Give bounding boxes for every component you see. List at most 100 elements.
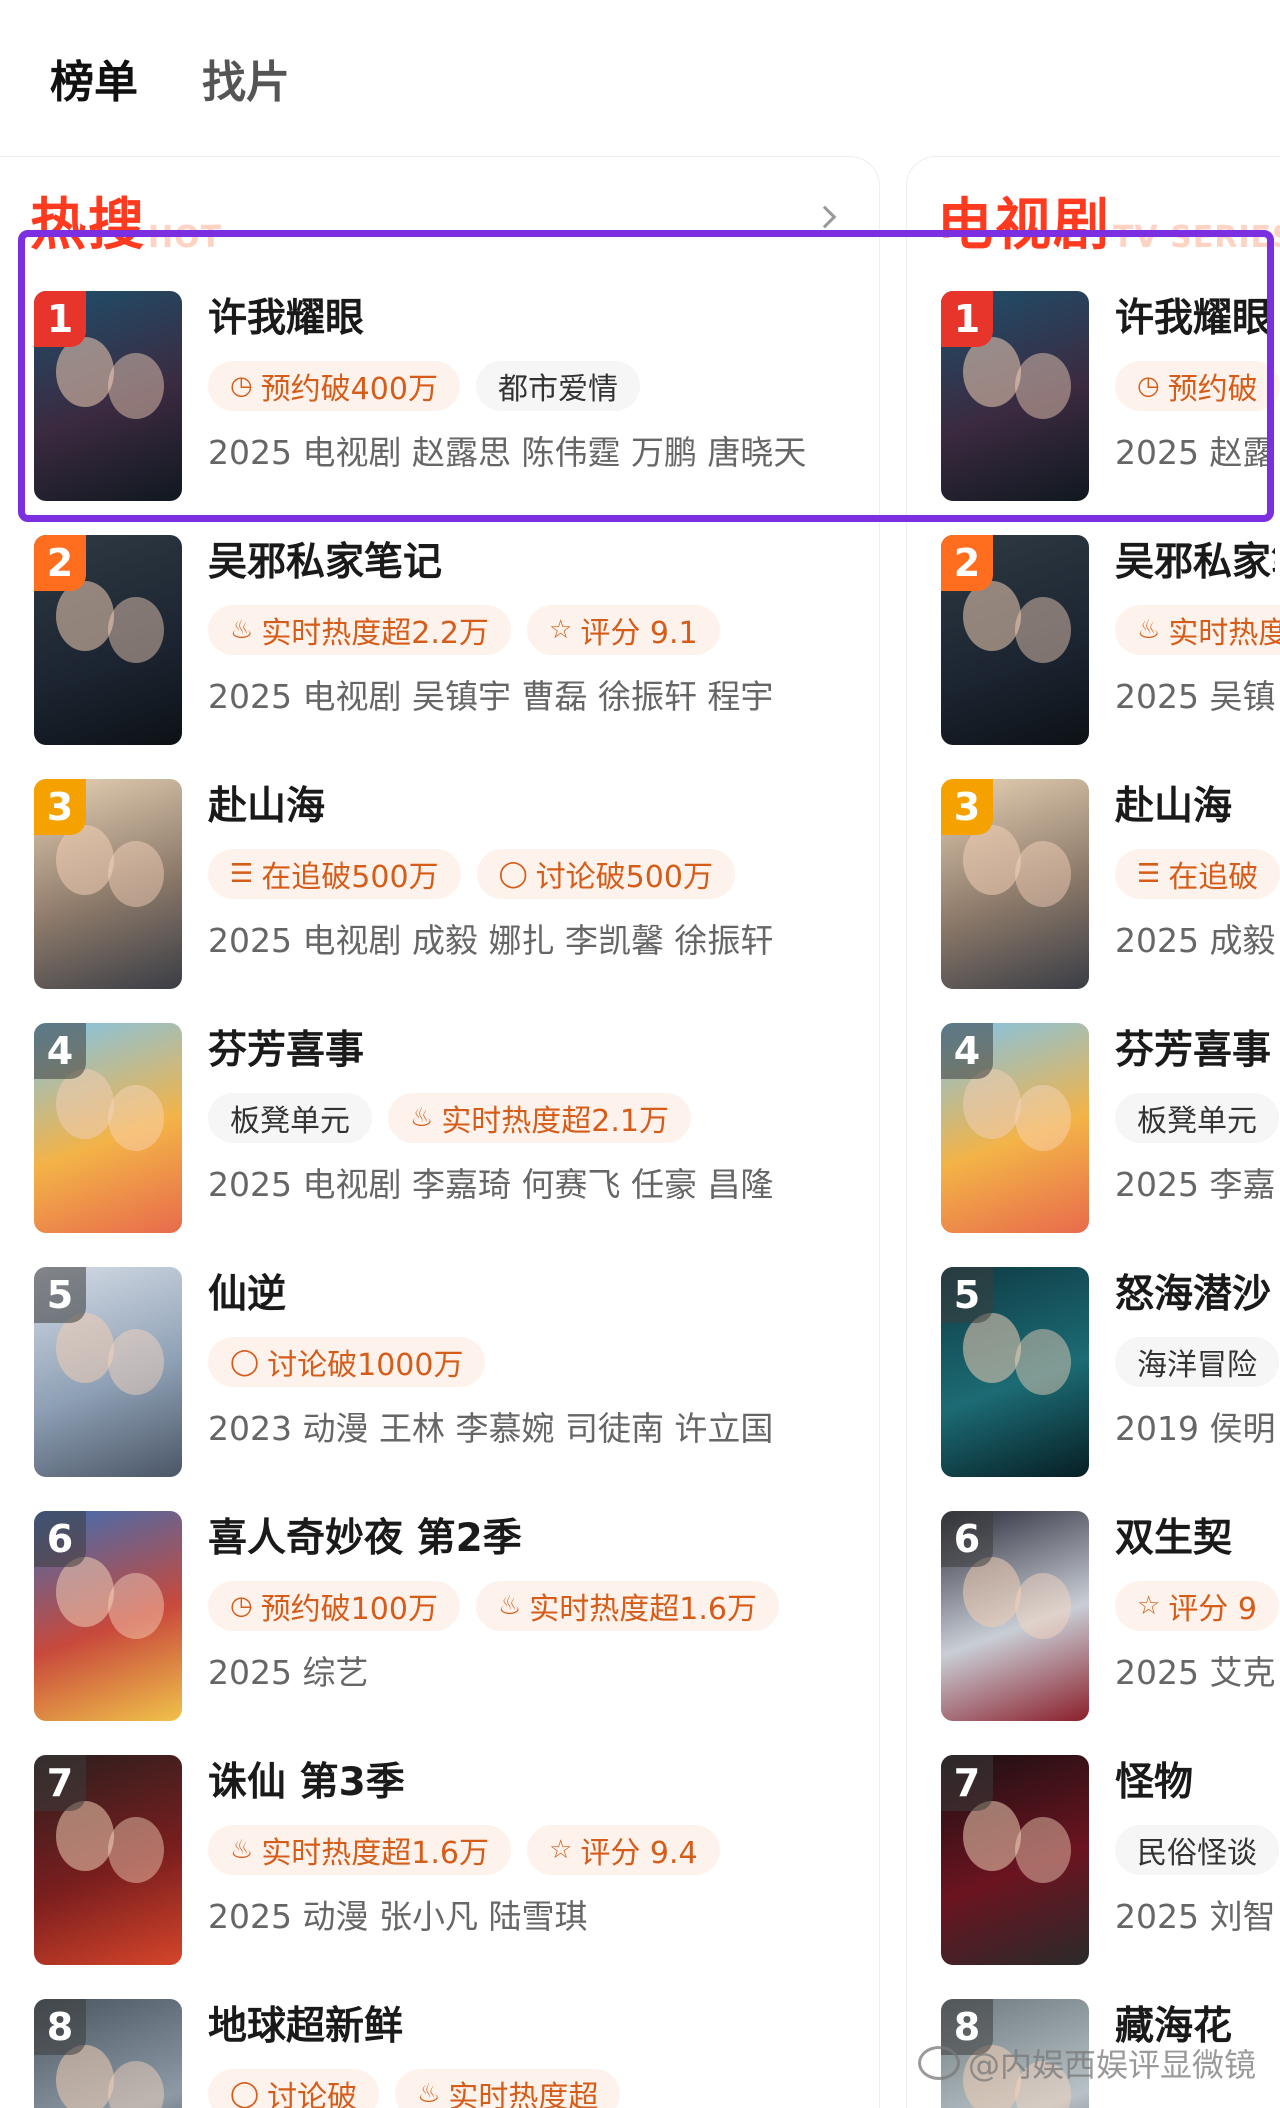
list-item[interactable]: 6 双生契 ☆评分 9 2025 艾克里里 bbox=[907, 1511, 1280, 1721]
item-meta: 2025 艾克里里 bbox=[1115, 1653, 1275, 1692]
list-item[interactable]: 2 吴邪私家笔记 ♨ 实时热度超2.2万 ☆ 评分 9.1 2025 电视剧 吴镇宇 曹磊 … bbox=[0, 535, 879, 745]
poster-figure bbox=[108, 1085, 164, 1151]
poster-image[interactable]: 5 bbox=[34, 1267, 182, 1477]
item-info: 地球超新鲜 ◯ 讨论破 ♨ 实时热度超 bbox=[208, 1999, 879, 2108]
watermark-text: @内娱西娱评显微镜 bbox=[968, 2046, 1257, 2084]
tag-badge: 板凳单元 bbox=[208, 1093, 372, 1143]
list-item[interactable]: 8 地球超新鲜 ◯ 讨论破 ♨ 实时热度超 bbox=[0, 1999, 879, 2108]
poster-image[interactable]: 3 bbox=[34, 779, 182, 989]
poster-figure bbox=[108, 1329, 164, 1395]
poster-figure bbox=[56, 1069, 114, 1139]
item-info: 双生契 ☆评分 9 2025 艾克里里 bbox=[1115, 1511, 1280, 1697]
tag-badge: ☆ 评分 9.4 bbox=[527, 1825, 720, 1875]
poster-image[interactable]: 8 bbox=[34, 1999, 182, 2108]
tab-find-shows[interactable]: 找片 bbox=[202, 46, 290, 110]
list-item[interactable]: 7 怪物民俗怪谈 2025 刘智扬 bbox=[907, 1755, 1280, 1965]
poster-image[interactable]: 4 bbox=[941, 1023, 1089, 1233]
poster-image[interactable]: 7 bbox=[941, 1755, 1089, 1965]
poster-image[interactable]: 2 bbox=[941, 535, 1089, 745]
tag-badge: ◯ 讨论破500万 bbox=[476, 849, 735, 899]
list-item[interactable]: 7 诛仙 第3季 ♨ 实时热度超1.6万 ☆ 评分 9.4 2025 动漫 张小凡 陆雪琪 bbox=[0, 1755, 879, 1965]
poster-figure bbox=[56, 1557, 114, 1627]
item-title[interactable]: 仙逆 bbox=[208, 1267, 879, 1323]
poster-image[interactable]: 7 bbox=[34, 1755, 182, 1965]
tag-label: 评分 9.1 bbox=[580, 616, 698, 651]
tag-label: 实时热度超 bbox=[448, 2080, 599, 2108]
poster-image[interactable]: 5 bbox=[941, 1267, 1089, 1477]
item-info: 芬芳喜事板凳单元 2025 李嘉琦 bbox=[1115, 1023, 1280, 1209]
list-item[interactable]: 2 吴邪私家笔记 ♨实时热度 2025 吴镇宇 bbox=[907, 535, 1280, 745]
list-item[interactable]: 5 怒海潜沙海洋冒险 2019 侯明昊 bbox=[907, 1267, 1280, 1477]
list-item[interactable]: 4 芬芳喜事板凳单元 2025 李嘉琦 bbox=[907, 1023, 1280, 1233]
item-title[interactable]: 地球超新鲜 bbox=[208, 1999, 879, 2055]
list-item[interactable]: 6 喜人奇妙夜 第2季 ◷ 预约破100万 ♨ 实时热度超1.6万 2025 综艺 bbox=[0, 1511, 879, 1721]
item-title[interactable]: 芬芳喜事 bbox=[1115, 1023, 1275, 1079]
item-info: 芬芳喜事板凳单元 ♨ 实时热度超2.1万 2025 电视剧 李嘉琦 何赛飞 任豪 昌隆 bbox=[208, 1023, 879, 1209]
item-title[interactable]: 双生契 bbox=[1115, 1511, 1275, 1567]
rank-badge: 2 bbox=[941, 535, 993, 591]
item-title[interactable]: 诛仙 第3季 bbox=[208, 1755, 879, 1811]
list-item[interactable]: 5 仙逆 ◯ 讨论破1000万 2023 动漫 王林 李慕婉 司徒南 许立国 bbox=[0, 1267, 879, 1477]
tag-row: ◯ 讨论破 ♨ 实时热度超 bbox=[208, 2069, 879, 2108]
tag-badge: ♨ 实时热度超2.2万 bbox=[208, 605, 512, 655]
list-item[interactable]: 4 芬芳喜事板凳单元 ♨ 实时热度超2.1万 2025 电视剧 李嘉琦 何赛飞 任豪 昌… bbox=[0, 1023, 879, 1233]
rank-badge: 3 bbox=[34, 779, 86, 835]
item-title[interactable]: 芬芳喜事 bbox=[208, 1023, 879, 1079]
tag-row: ☰ 在追破500万 ◯ 讨论破500万 bbox=[208, 849, 879, 899]
poster-figure bbox=[108, 597, 164, 663]
poster-image[interactable]: 3 bbox=[941, 779, 1089, 989]
item-meta: 2025 电视剧 李嘉琦 何赛飞 任豪 昌隆 bbox=[208, 1165, 774, 1204]
tag-row: 板凳单元 ♨ 实时热度超2.1万 bbox=[208, 1093, 879, 1143]
star-icon: ☆ bbox=[549, 615, 573, 645]
tag-label: 实时热度超2.1万 bbox=[441, 1104, 670, 1139]
tag-badge: ♨ 实时热度超2.1万 bbox=[388, 1093, 692, 1143]
tag-badge: ◯ 讨论破1000万 bbox=[208, 1337, 486, 1387]
item-info: 诛仙 第3季 ♨ 实时热度超1.6万 ☆ 评分 9.4 2025 动漫 张小凡 陆雪琪 bbox=[208, 1755, 879, 1941]
rank-badge: 6 bbox=[34, 1511, 86, 1567]
item-title[interactable]: 喜人奇妙夜 第2季 bbox=[208, 1511, 879, 1567]
flame-icon: ♨ bbox=[410, 1103, 434, 1133]
poster-figure bbox=[1015, 1817, 1071, 1883]
rank-badge: 6 bbox=[941, 1511, 993, 1567]
poster-figure bbox=[963, 1313, 1021, 1383]
item-title[interactable]: 赴山海 bbox=[208, 779, 879, 835]
star-icon: ☆ bbox=[549, 1835, 573, 1865]
item-title[interactable]: 怒海潜沙 bbox=[1115, 1267, 1275, 1323]
item-meta: 2025 李嘉琦 bbox=[1115, 1165, 1275, 1204]
poster-image[interactable]: 6 bbox=[941, 1511, 1089, 1721]
tag-label: 在追破 bbox=[1168, 860, 1259, 895]
flame-icon: ♨ bbox=[230, 1835, 254, 1865]
highlight-box bbox=[18, 230, 1274, 522]
tab-rankings[interactable]: 榜单 bbox=[50, 46, 138, 110]
tag-label: 评分 9.4 bbox=[580, 1836, 698, 1871]
poster-image[interactable]: 2 bbox=[34, 535, 182, 745]
poster-figure bbox=[963, 581, 1021, 651]
rank-badge: 3 bbox=[941, 779, 993, 835]
tag-badge: ◯ 讨论破 bbox=[208, 2069, 380, 2108]
poster-image[interactable]: 6 bbox=[34, 1511, 182, 1721]
item-title[interactable]: 吴邪私家笔记 bbox=[1115, 535, 1275, 591]
item-meta: 2025 成毅 bbox=[1115, 921, 1275, 960]
tag-badge: ☆ 评分 9 bbox=[1115, 1581, 1279, 1631]
item-title[interactable]: 怪物 bbox=[1115, 1755, 1275, 1811]
flame-icon: ♨ bbox=[497, 1591, 522, 1621]
tag-row: 板凳单元 bbox=[1115, 1093, 1280, 1143]
item-info: 赴山海 ☰ 在追破 2025 成毅 bbox=[1115, 779, 1280, 965]
tag-label: 民俗怪谈 bbox=[1137, 1836, 1257, 1871]
chevron-right-icon[interactable] bbox=[813, 205, 837, 229]
list-item[interactable]: 3 赴山海 ☰ 在追破 2025 成毅 bbox=[907, 779, 1280, 989]
item-title[interactable]: 吴邪私家笔记 bbox=[208, 535, 879, 591]
item-info: 吴邪私家笔记 ♨实时热度 2025 吴镇宇 bbox=[1115, 535, 1280, 721]
poster-image[interactable]: 4 bbox=[34, 1023, 182, 1233]
item-title[interactable]: 赴山海 bbox=[1115, 779, 1275, 835]
poster-figure bbox=[963, 1069, 1021, 1139]
poster-figure bbox=[108, 2061, 164, 2108]
tag-row: ☆ 评分 9 bbox=[1115, 1581, 1280, 1631]
comment-icon: ◯ bbox=[498, 859, 528, 889]
item-info: 赴山海 ☰ 在追破500万 ◯ 讨论破500万 2025 电视剧 成毅 娜扎 李凯馨 徐振… bbox=[208, 779, 879, 965]
list-item[interactable]: 3 赴山海 ☰ 在追破500万 ◯ 讨论破500万 2025 电视剧 成毅 娜扎 李凯馨 徐… bbox=[0, 779, 879, 989]
poster-figure bbox=[56, 1801, 114, 1871]
rank-badge: 4 bbox=[941, 1023, 993, 1079]
tag-badge: ♨ 实时热度超 bbox=[395, 2069, 621, 2108]
tag-badge: ☰ 在追破500万 bbox=[208, 849, 461, 899]
